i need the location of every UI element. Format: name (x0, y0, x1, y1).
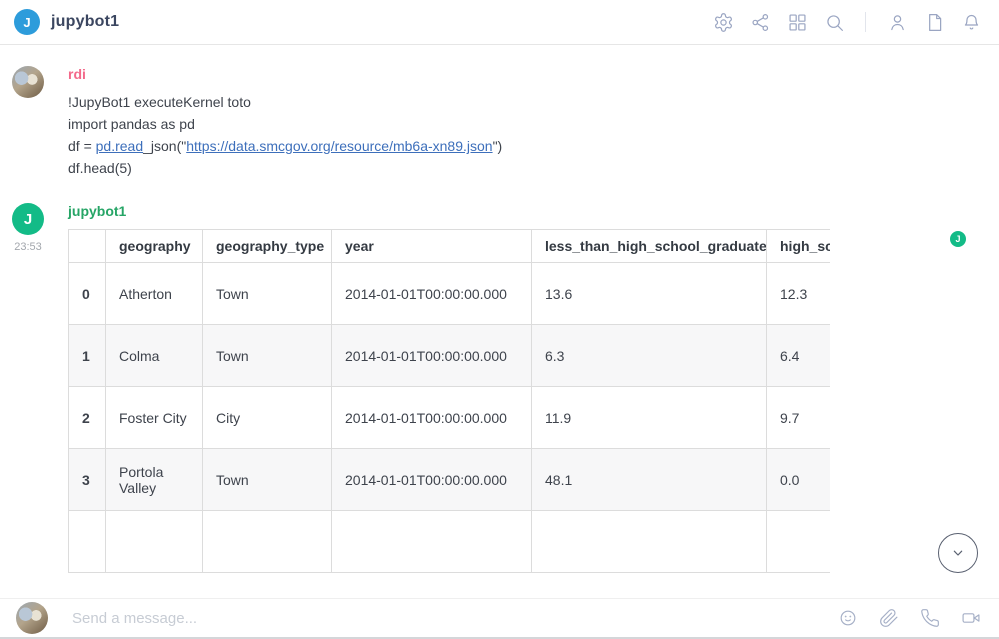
table-cell: Town (203, 263, 332, 325)
table-cell: Foster City (106, 387, 203, 449)
table-cell: 9.7 (767, 387, 831, 449)
header-toolbar (709, 8, 985, 36)
notifications-icon[interactable] (957, 8, 985, 36)
table-cell: 6.4 (767, 325, 831, 387)
message-rdi: rdi !JupyBot1 executeKernel toto import … (0, 64, 999, 179)
message-composer (0, 598, 999, 639)
attachment-icon[interactable] (875, 604, 903, 632)
column-header (69, 230, 106, 263)
video-call-icon[interactable] (957, 604, 985, 632)
unread-badge-initial: J (955, 234, 960, 244)
bot-avatar[interactable]: J (12, 203, 44, 235)
table-cell (532, 511, 767, 573)
table-cell (332, 511, 532, 573)
table-cell: Colma (106, 325, 203, 387)
column-header: high_sc (767, 230, 831, 263)
table-cell: 3 (69, 449, 106, 511)
table-cell (106, 511, 203, 573)
search-icon[interactable] (820, 8, 848, 36)
table-cell (767, 511, 831, 573)
column-header: geography_type (203, 230, 332, 263)
table-cell: 12.3 (767, 263, 831, 325)
phone-icon[interactable] (916, 604, 944, 632)
channel-title: jupybot1 (51, 13, 119, 31)
table-cell (203, 511, 332, 573)
channel-avatar-initial: J (23, 15, 30, 30)
code-text: ") (493, 138, 503, 154)
message-input[interactable] (72, 610, 834, 627)
table-row: 0AthertonTown2014-01-01T00:00:00.00013.6… (69, 263, 831, 325)
chat-header: J jupybot1 (0, 0, 999, 45)
message-line: import pandas as pd (68, 113, 979, 135)
message-body: !JupyBot1 executeKernel toto import pand… (68, 91, 979, 179)
message-username[interactable]: jupybot1 (68, 201, 979, 219)
current-user-avatar[interactable] (16, 602, 48, 634)
table-cell: City (203, 387, 332, 449)
table-cell: Town (203, 325, 332, 387)
message-line: df.head(5) (68, 157, 979, 179)
table-cell: 0 (69, 263, 106, 325)
table-cell: Atherton (106, 263, 203, 325)
user-avatar-rdi[interactable] (12, 66, 44, 98)
table-header-row: geographygeography_typeyearless_than_hig… (69, 230, 831, 263)
table-row (69, 511, 831, 573)
settings-icon[interactable] (709, 8, 737, 36)
table-cell: 2014-01-01T00:00:00.000 (332, 325, 532, 387)
table-cell: 2014-01-01T00:00:00.000 (332, 387, 532, 449)
composer-toolbar (834, 604, 985, 632)
bot-avatar-initial: J (24, 211, 32, 228)
message-jupybot1: J 23:53 jupybot1 geographygeography_type… (0, 201, 999, 573)
table-cell: 2 (69, 387, 106, 449)
table-cell: 2014-01-01T00:00:00.000 (332, 449, 532, 511)
table-cell: 13.6 (532, 263, 767, 325)
column-header: geography (106, 230, 203, 263)
table-cell: 11.9 (532, 387, 767, 449)
message-line: df = pd.read_json("https://data.smcgov.o… (68, 135, 979, 157)
share-icon[interactable] (746, 8, 774, 36)
table-cell: 1 (69, 325, 106, 387)
message-list: rdi !JupyBot1 executeKernel toto import … (0, 45, 999, 598)
table-cell: 2014-01-01T00:00:00.000 (332, 263, 532, 325)
emoji-icon[interactable] (834, 604, 862, 632)
table-row: 3Portola ValleyTown2014-01-01T00:00:00.0… (69, 449, 831, 511)
message-line: !JupyBot1 executeKernel toto (68, 91, 979, 113)
link-pd-read[interactable]: pd.read (96, 138, 143, 154)
app-window: J jupybot1 (0, 0, 999, 639)
table-row: 1ColmaTown2014-01-01T00:00:00.0006.36.4 (69, 325, 831, 387)
message-timestamp: 23:53 (12, 241, 44, 253)
jump-to-recent-button[interactable] (938, 533, 978, 573)
table-cell: Town (203, 449, 332, 511)
dataframe-table: geographygeography_typeyearless_than_hig… (68, 229, 830, 573)
table-cell: 48.1 (532, 449, 767, 511)
code-text: df = (68, 138, 96, 154)
channel-avatar: J (14, 9, 40, 35)
link-dataset-url[interactable]: https://data.smcgov.org/resource/mb6a-xn… (186, 138, 492, 154)
table-cell: Portola Valley (106, 449, 203, 511)
column-header: year (332, 230, 532, 263)
table-cell: 6.3 (532, 325, 767, 387)
dataframe-table-container: geographygeography_typeyearless_than_hig… (68, 229, 830, 573)
members-icon[interactable] (883, 8, 911, 36)
toolbar-divider (865, 12, 866, 32)
table-cell: 0.0 (767, 449, 831, 511)
code-text: _json(" (143, 138, 186, 154)
column-header: less_than_high_school_graduate (532, 230, 767, 263)
unread-badge: J (950, 231, 966, 247)
table-cell (69, 511, 106, 573)
apps-icon[interactable] (783, 8, 811, 36)
table-row: 2Foster CityCity2014-01-01T00:00:00.0001… (69, 387, 831, 449)
files-icon[interactable] (920, 8, 948, 36)
message-username[interactable]: rdi (68, 64, 979, 82)
